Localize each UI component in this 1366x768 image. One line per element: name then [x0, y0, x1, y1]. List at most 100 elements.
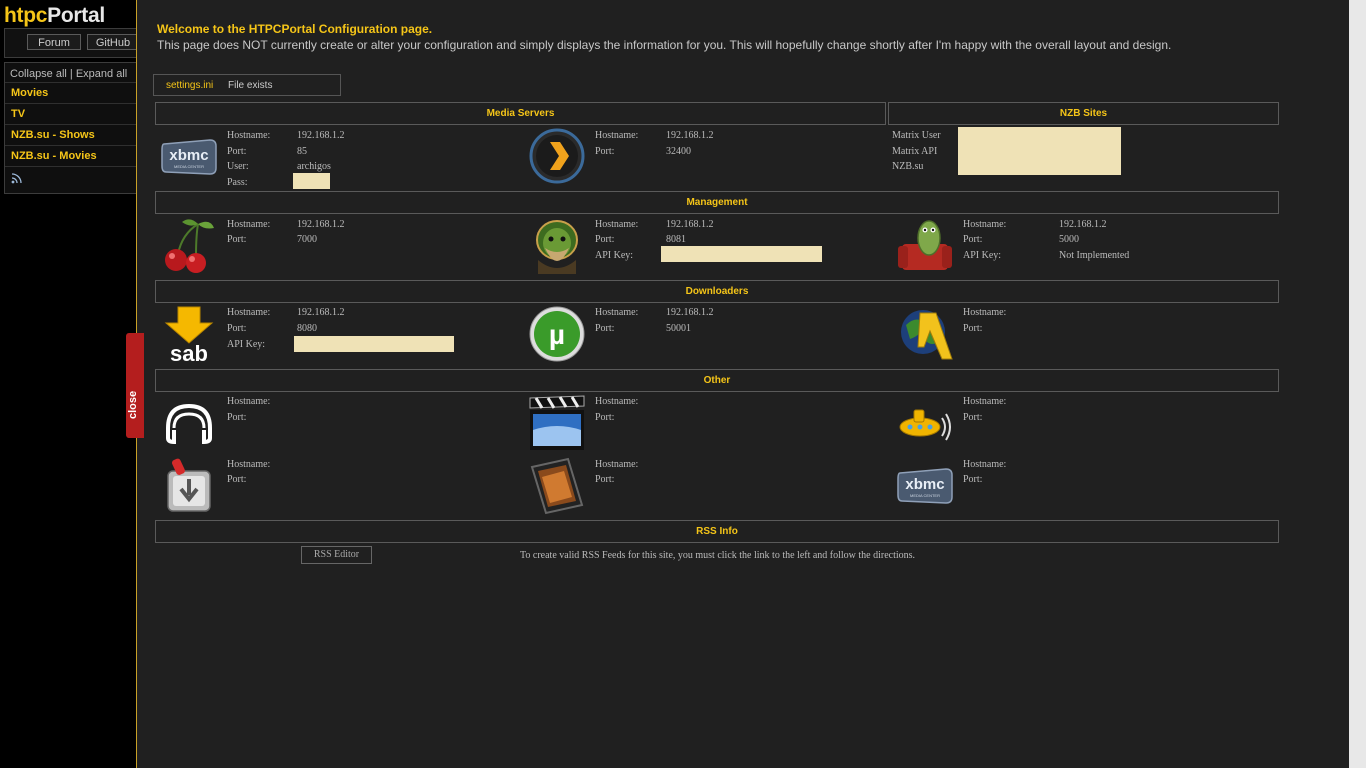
utorrent-hostname-label: Hostname: [595, 307, 639, 318]
xbmc-port-label: Port: [227, 146, 247, 157]
other2-port-label: Port: [595, 412, 615, 423]
section-media-servers: Media Servers [155, 102, 886, 125]
svg-text:µ: µ [549, 319, 565, 350]
other4-hostname-label: Hostname: [227, 459, 271, 470]
other3-hostname-label: Hostname: [963, 396, 1007, 407]
sickbeard-hostname-value: 192.168.1.2 [666, 219, 714, 230]
sabnzbd-port-label: Port: [227, 323, 247, 334]
vuze-hostname-label: Hostname: [963, 307, 1007, 318]
mediafront-apikey-value: Not Implemented [1059, 250, 1130, 261]
other3-port-label: Port: [963, 412, 983, 423]
couchpotato-port-label: Port: [227, 234, 247, 245]
rss-editor-button[interactable]: RSS Editor [301, 546, 372, 564]
plex-hostname-label: Hostname: [595, 130, 639, 141]
sidebar-item-nzbsu-movies[interactable]: NZB.su - Movies [5, 145, 137, 165]
xbmc-icon: xbmc MEDIA CENTER [897, 468, 953, 504]
sabnzbd-port-value: 8080 [297, 323, 317, 334]
scrollbar[interactable] [1349, 0, 1366, 768]
svg-text:xbmc: xbmc [905, 476, 944, 493]
sidebar: htpcPortal Forum GitHub Collapse all | E… [0, 0, 139, 768]
sidebar-item-movies[interactable]: Movies [5, 82, 137, 102]
vuze-port-label: Port: [963, 323, 983, 334]
mediafront-apikey-label: API Key: [963, 250, 1002, 261]
page-description: This page does NOT currently create or a… [157, 38, 1172, 52]
section-management: Management [155, 191, 1279, 214]
sidebar-item-tv[interactable]: TV [5, 103, 137, 123]
xbmc-pass-redacted [293, 173, 330, 189]
github-button[interactable]: GitHub [87, 34, 139, 50]
other5-port-label: Port: [595, 474, 615, 485]
other1-port-label: Port: [227, 412, 247, 423]
utorrent-hostname-value: 192.168.1.2 [666, 307, 714, 318]
section-nzb-sites: NZB Sites [888, 102, 1279, 125]
nzb-site-nzbsu: NZB.su [892, 161, 924, 172]
other1-hostname-label: Hostname: [227, 396, 271, 407]
couchpotato-hostname-value: 192.168.1.2 [297, 219, 345, 230]
sabnzbd-apikey-redacted [294, 336, 454, 352]
xbmc-pass-label: Pass: [227, 177, 248, 188]
plex-port-label: Port: [595, 146, 615, 157]
xbmc-hostname-value: 192.168.1.2 [297, 130, 345, 141]
other2-hostname-label: Hostname: [595, 396, 639, 407]
xbmc-hostname-label: Hostname: [227, 130, 271, 141]
svg-text:MEDIA CENTER: MEDIA CENTER [910, 493, 940, 498]
mediafront-hostname-value: 192.168.1.2 [1059, 219, 1107, 230]
xbmc-port-value: 85 [297, 146, 307, 157]
mediafront-hostname-label: Hostname: [963, 219, 1007, 230]
utorrent-icon: µ [529, 306, 585, 362]
nzb-site-matrix-api: Matrix API [892, 146, 938, 157]
other4-port-label: Port: [227, 474, 247, 485]
nzb-site-matrix-user: Matrix User [892, 130, 941, 141]
sabnzbd-hostname-value: 192.168.1.2 [297, 307, 345, 318]
couch-mascot-icon [898, 220, 952, 270]
sidebar-menu: Collapse all | Expand all Movies TV NZB.… [4, 62, 137, 194]
sickbeard-hostname-label: Hostname: [595, 219, 639, 230]
sickbeard-icon [536, 220, 578, 274]
headphones-icon [166, 403, 212, 445]
rss-info-message: To create valid RSS Feeds for this site,… [520, 550, 916, 561]
xbmc-icon: xbmc MEDIA CENTER [161, 139, 217, 175]
vuze-icon [901, 310, 953, 360]
other5-hostname-label: Hostname: [595, 459, 639, 470]
transmission-icon [167, 458, 211, 512]
sabnzbd-apikey-label: API Key: [227, 339, 266, 350]
couchpotato-port-value: 7000 [297, 234, 317, 245]
sickbeard-apikey-redacted [661, 246, 822, 262]
couchpotato-hostname-label: Hostname: [227, 219, 271, 230]
cherry-icon [165, 219, 214, 273]
utorrent-port-value: 50001 [666, 323, 691, 334]
sidebar-item-rss[interactable] [5, 166, 137, 190]
sabnzbd-hostname-label: Hostname: [227, 307, 271, 318]
rss-icon[interactable] [11, 172, 23, 184]
sabnzbd-icon: sab [164, 306, 214, 363]
plex-hostname-value: 192.168.1.2 [666, 130, 714, 141]
xbmc-user-label: User: [227, 161, 249, 172]
page-title: Welcome to the HTPCPortal Configuration … [157, 22, 433, 36]
sidebar-item-nzbsu-shows[interactable]: NZB.su - Shows [5, 124, 137, 144]
svg-text:sab: sab [170, 341, 208, 363]
media-frame-icon [530, 457, 584, 515]
plex-port-value: 32400 [666, 146, 691, 157]
section-downloaders: Downloaders [155, 280, 1279, 303]
settings-status: settings.ini File exists [153, 74, 341, 96]
sickbeard-apikey-label: API Key: [595, 250, 634, 261]
sickbeard-port-label: Port: [595, 234, 615, 245]
collapse-expand-links[interactable]: Collapse all | Expand all [10, 68, 127, 80]
settings-file-name: settings.ini [166, 80, 214, 91]
mediafront-port-label: Port: [963, 234, 983, 245]
settings-file-status: File exists [228, 80, 273, 91]
submarine-icon [899, 409, 951, 441]
other6-port-label: Port: [963, 474, 983, 485]
utorrent-port-label: Port: [595, 323, 615, 334]
nzb-sites-redacted [958, 127, 1121, 175]
svg-text:MEDIA CENTER: MEDIA CENTER [174, 164, 204, 169]
forum-button[interactable]: Forum [27, 34, 81, 50]
plex-icon [529, 128, 585, 184]
close-sidebar-tab[interactable]: close [126, 333, 144, 438]
svg-text:xbmc: xbmc [169, 147, 208, 164]
section-rss-info: RSS Info [155, 520, 1279, 543]
mediafront-port-value: 5000 [1059, 234, 1079, 245]
sickbeard-port-value: 8081 [666, 234, 686, 245]
site-logo[interactable]: htpcPortal [4, 4, 105, 28]
clapperboard-icon [529, 395, 585, 450]
